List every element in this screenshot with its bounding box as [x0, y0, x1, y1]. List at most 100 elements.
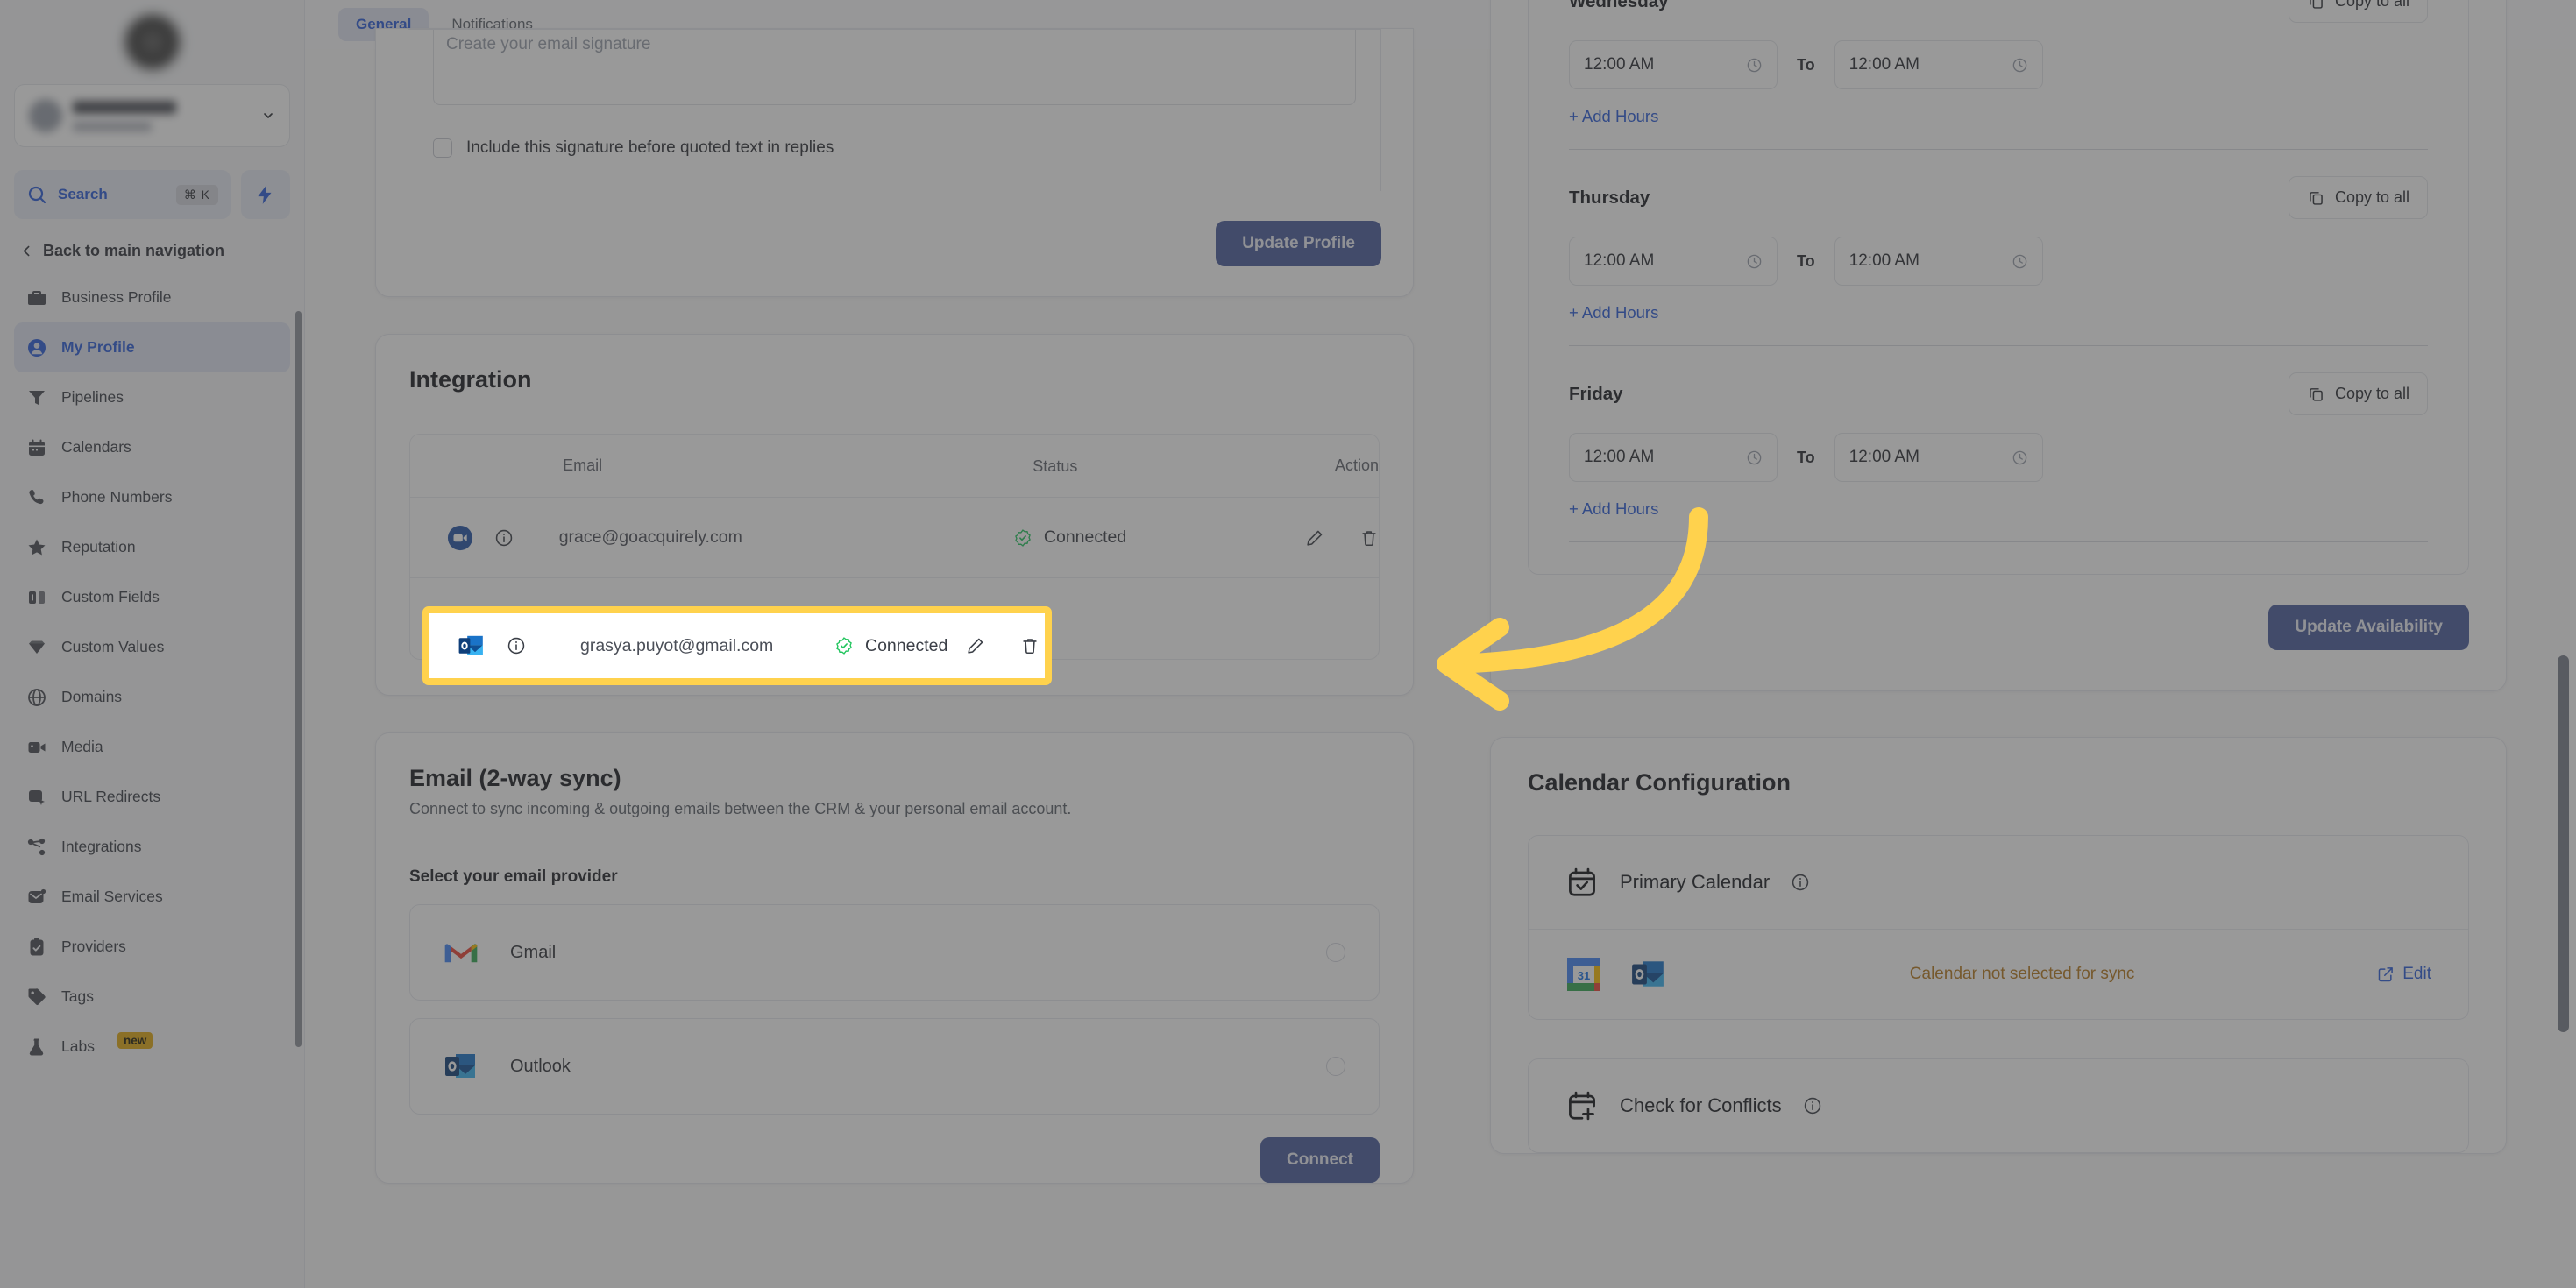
- phone-icon: [29, 489, 44, 504]
- chevron-down-icon: [264, 113, 273, 118]
- edit-icon[interactable]: [1305, 528, 1324, 548]
- time-to-input[interactable]: 12:00 AM: [1834, 237, 2043, 286]
- time-from-input[interactable]: 12:00 AM: [1569, 237, 1778, 286]
- sidebar-item-url-redirects[interactable]: URL Redirects: [14, 772, 290, 822]
- email-signature-card: Create your email signature Include this…: [375, 28, 1414, 297]
- include-signature-row[interactable]: Include this signature before quoted tex…: [433, 138, 1356, 158]
- info-icon[interactable]: [1803, 1096, 1822, 1115]
- copy-to-all-label: Copy to all: [2334, 188, 2409, 206]
- sidebar-item-phone-numbers[interactable]: Phone Numbers: [14, 472, 290, 522]
- clock-icon: [1747, 450, 1762, 464]
- provider-option-outlook[interactable]: Outlook: [409, 1018, 1380, 1115]
- sidebar-item-label: Custom Values: [61, 638, 165, 655]
- update-availability-button[interactable]: Update Availability: [2268, 605, 2469, 650]
- sidebar-item-business-profile[interactable]: Business Profile: [14, 272, 290, 322]
- clock-icon: [1747, 254, 1762, 268]
- sidebar-item-tags[interactable]: Tags: [14, 972, 290, 1022]
- copy-to-all-button[interactable]: Copy to all: [2288, 372, 2428, 415]
- sidebar-item-custom-values[interactable]: Custom Values: [14, 622, 290, 672]
- calendar-edit-label: Edit: [2402, 965, 2431, 983]
- workspace-selector[interactable]: [14, 84, 290, 147]
- include-signature-label: Include this signature before quoted tex…: [466, 138, 834, 157]
- include-signature-checkbox[interactable]: [433, 138, 452, 158]
- sidebar-item-label: URL Redirects: [61, 788, 161, 805]
- table-row[interactable]: grace@goacquirely.com Connected: [410, 498, 1379, 578]
- day-block-wednesday: Wednesday Copy to all 12:00 AM To 12:00 …: [1569, 0, 2428, 150]
- calendar-edit-button[interactable]: Edit: [2377, 965, 2431, 984]
- back-to-main-navigation[interactable]: Back to main navigation: [14, 242, 290, 260]
- outlook-icon: [445, 1054, 475, 1078]
- back-nav-label: Back to main navigation: [43, 242, 225, 259]
- sidebar-item-integrations[interactable]: Integrations: [14, 822, 290, 872]
- time-to-input[interactable]: 12:00 AM: [1834, 433, 2043, 482]
- check-for-conflicts-panel: Check for Conflicts: [1528, 1058, 2469, 1153]
- search-input[interactable]: Search ⌘ K: [14, 170, 231, 219]
- right-column: Wednesday Copy to all 12:00 AM To 12:00 …: [1490, 0, 2507, 1154]
- time-to-input[interactable]: 12:00 AM: [1834, 40, 2043, 89]
- delete-icon[interactable]: [1020, 636, 1040, 655]
- sidebar-item-labs[interactable]: Labs new: [14, 1022, 290, 1072]
- info-icon[interactable]: [494, 528, 514, 548]
- sidebar-item-label: Custom Fields: [61, 588, 160, 605]
- time-to-value: 12:00 AM: [1849, 55, 1920, 74]
- connect-button[interactable]: Connect: [1260, 1137, 1380, 1183]
- signature-textarea[interactable]: Create your email signature: [433, 30, 1356, 105]
- time-from-input[interactable]: 12:00 AM: [1569, 40, 1778, 89]
- sidebar-item-domains[interactable]: Domains: [14, 672, 290, 722]
- provider-radio-gmail[interactable]: [1326, 943, 1345, 962]
- primary-calendar-header: Primary Calendar: [1529, 836, 2468, 930]
- day-name: Friday: [1569, 383, 1623, 404]
- chevron-left-icon: [23, 245, 30, 257]
- mail-dot-icon: [28, 888, 46, 903]
- info-icon[interactable]: [1791, 873, 1810, 892]
- add-hours-link[interactable]: + Add Hours: [1569, 107, 1658, 126]
- sidebar-item-email-services[interactable]: Email Services: [14, 872, 290, 922]
- sidebar-item-label: Domains: [61, 688, 123, 705]
- add-hours-link[interactable]: + Add Hours: [1569, 303, 1658, 322]
- provider-radio-outlook[interactable]: [1326, 1057, 1345, 1076]
- quick-actions-button[interactable]: [241, 170, 290, 219]
- globe-icon: [28, 688, 46, 706]
- sidebar-item-calendars[interactable]: Calendars: [14, 422, 290, 472]
- calendar-sync-status: Calendar not selected for sync: [1909, 965, 2135, 983]
- sidebar-item-custom-fields[interactable]: Custom Fields: [14, 572, 290, 622]
- email-two-way-sync-card: Email (2-way sync) Connect to sync incom…: [375, 732, 1414, 1184]
- add-hours-link[interactable]: + Add Hours: [1569, 499, 1658, 519]
- check-badge-icon: [836, 637, 852, 655]
- sidebar-item-providers[interactable]: Providers: [14, 922, 290, 972]
- calendar-configuration-card: Calendar Configuration Primary Calendar: [1490, 737, 2507, 1154]
- sidebar-item-label: Reputation: [61, 538, 136, 556]
- labs-new-badge: new: [117, 1032, 153, 1049]
- time-to-value: 12:00 AM: [1849, 251, 1920, 270]
- sidebar-item-media[interactable]: Media: [14, 722, 290, 772]
- column-header-status: Status: [1033, 457, 1078, 475]
- copy-to-all-button[interactable]: Copy to all: [2288, 176, 2428, 219]
- tag-icon: [28, 987, 46, 1005]
- sidebar-item-my-profile[interactable]: My Profile: [14, 322, 290, 372]
- search-row: Search ⌘ K: [14, 170, 290, 219]
- delete-icon[interactable]: [1359, 528, 1379, 548]
- page-scrollbar[interactable]: [2558, 655, 2569, 1032]
- info-icon[interactable]: [507, 636, 526, 655]
- day-name: Wednesday: [1569, 0, 1669, 11]
- sidebar-item-pipelines[interactable]: Pipelines: [14, 372, 290, 422]
- sidebar-item-reputation[interactable]: Reputation: [14, 522, 290, 572]
- provider-name: Outlook: [510, 1056, 571, 1076]
- edit-icon[interactable]: [966, 636, 985, 655]
- copy-to-all-button[interactable]: Copy to all: [2288, 0, 2428, 23]
- sidebar-item-label: Calendars: [61, 438, 131, 456]
- check-conflicts-header: Check for Conflicts: [1529, 1059, 2468, 1152]
- highlighted-table-row[interactable]: grasya.puyot@gmail.com Connected: [422, 606, 1052, 685]
- sidebar-scrollbar[interactable]: [295, 311, 302, 1047]
- sidebar-item-label: Providers: [61, 938, 126, 955]
- provider-option-gmail[interactable]: Gmail: [409, 904, 1380, 1001]
- clock-icon: [1747, 58, 1762, 72]
- gmail-icon: [444, 944, 478, 963]
- time-from-value: 12:00 AM: [1584, 448, 1655, 466]
- sidebar-item-label: Pipelines: [61, 388, 124, 406]
- flask-icon: [29, 1038, 44, 1056]
- time-from-input[interactable]: 12:00 AM: [1569, 433, 1778, 482]
- connect-row: Connect: [409, 1137, 1380, 1183]
- update-profile-button[interactable]: Update Profile: [1216, 221, 1381, 266]
- sidebar-item-label: My Profile: [61, 338, 135, 356]
